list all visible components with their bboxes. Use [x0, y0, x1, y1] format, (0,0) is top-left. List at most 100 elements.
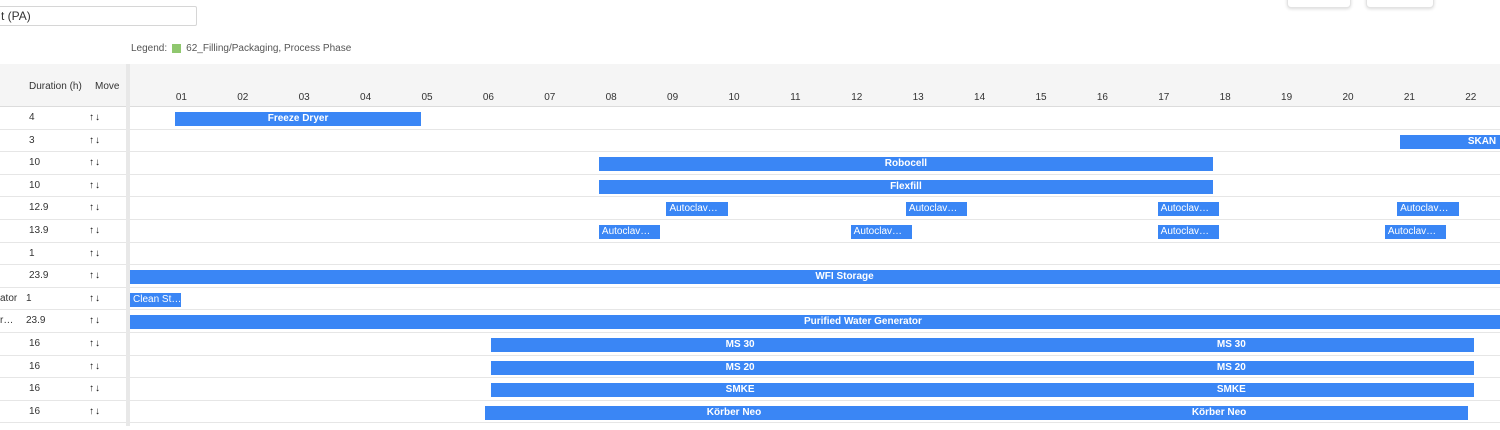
hour-tick-21: 21	[1403, 92, 1415, 103]
task-bar[interactable]: SMKE SMKE	[491, 383, 1474, 398]
hour-tick-04: 04	[360, 92, 372, 103]
row-duration: 13.9	[29, 225, 49, 236]
hour-tick-12: 12	[851, 92, 863, 103]
hour-tick-20: 20	[1342, 92, 1354, 103]
move-arrows: ↑↓	[89, 134, 101, 146]
row-divider	[0, 422, 126, 424]
task-bar[interactable]: WFI Storage	[130, 270, 1500, 285]
hour-tick-18: 18	[1219, 92, 1231, 103]
move-arrows: ↑↓	[89, 179, 101, 191]
task-bar-label: Autoclav…	[908, 203, 958, 215]
move-column-header[interactable]: Move	[95, 81, 119, 92]
grid-header: Duration (h) Move	[0, 64, 126, 107]
row-duration: 3	[29, 134, 35, 146]
task-bar-label: Autoclav…	[1400, 203, 1449, 215]
move-down-icon[interactable]: ↓	[95, 406, 101, 417]
task-bar-label: SKAN	[1467, 135, 1497, 147]
move-down-icon[interactable]: ↓	[95, 315, 101, 326]
gantt-row: r… 23.9 ↑↓ Purified Water Generator	[0, 310, 1500, 333]
row-duration: 23.9	[29, 270, 49, 282]
task-bar[interactable]: Autoclav…	[598, 225, 661, 239]
gantt-row: 1 ↑↓	[0, 243, 1500, 266]
move-down-icon[interactable]: ↓	[95, 361, 101, 372]
task-bar[interactable]: Autoclav…	[1384, 225, 1447, 239]
move-arrows: ↑↓	[89, 247, 101, 259]
task-bar[interactable]: Autoclav…	[1157, 202, 1220, 217]
toolbar-button-1[interactable]	[1287, 0, 1351, 8]
move-arrows: ↑↓	[89, 292, 101, 304]
task-bar[interactable]: Autoclav…	[905, 202, 968, 217]
task-bar-label: Freeze Dryer	[267, 113, 329, 124]
legend-swatch	[172, 44, 182, 53]
move-down-icon[interactable]: ↓	[95, 225, 101, 236]
gantt-row: 16 ↑↓ MS 20 MS 20	[0, 356, 1500, 379]
hour-tick-06: 06	[482, 92, 494, 103]
move-arrows: ↑↓	[89, 337, 101, 349]
task-bar-label: Flexfill	[890, 180, 922, 192]
hour-tick-08: 08	[605, 92, 617, 103]
gantt-row: 23.9 ↑↓ WFI Storage	[0, 265, 1500, 288]
task-bar[interactable]: SKAN	[1400, 134, 1500, 149]
task-bar-label: Autoclav…	[669, 203, 718, 215]
move-arrows: ↑↓	[89, 382, 101, 394]
move-down-icon[interactable]: ↓	[95, 270, 101, 281]
task-bar-label: Autoclav…	[1160, 226, 1210, 237]
task-bar[interactable]: Purified Water Generator	[130, 315, 1500, 330]
duration-column-header[interactable]: Duration (h)	[29, 81, 82, 92]
task-bar[interactable]: Freeze Dryer	[175, 112, 421, 126]
hour-tick-03: 03	[298, 92, 310, 103]
move-down-icon[interactable]: ↓	[95, 293, 101, 304]
task-bar-label: MS 30	[1216, 339, 1246, 350]
task-bar[interactable]: MS 20 MS 20	[491, 360, 1474, 375]
toolbar-button-2[interactable]	[1366, 0, 1434, 8]
task-bar[interactable]: Körber Neo Körber Neo	[485, 405, 1468, 420]
move-arrows: ↑↓	[89, 405, 101, 417]
move-down-icon[interactable]: ↓	[95, 338, 101, 349]
task-bar-label: SMKE	[1216, 384, 1246, 396]
gantt-row: 16 ↑↓ Körber Neo Körber Neo	[0, 401, 1500, 424]
move-down-icon[interactable]: ↓	[95, 135, 101, 146]
row-duration: 16	[29, 360, 41, 372]
filter-input[interactable]: t (PA)	[0, 6, 197, 26]
move-down-icon[interactable]: ↓	[95, 157, 101, 168]
task-bar-label: Clean St…	[133, 293, 182, 305]
task-bar-label: Körber Neo	[1191, 406, 1247, 418]
row-duration: 1	[26, 292, 32, 304]
move-down-icon[interactable]: ↓	[95, 383, 101, 394]
move-arrows: ↑↓	[89, 360, 101, 372]
row-duration: 23.9	[26, 315, 46, 327]
gantt-row: 16 ↑↓ SMKE SMKE	[0, 378, 1500, 401]
row-duration: 16	[29, 383, 41, 395]
task-bar[interactable]: Robocell	[598, 157, 1213, 172]
move-arrows: ↑↓	[89, 156, 101, 168]
hour-tick-22: 22	[1465, 92, 1477, 103]
row-name: r…	[0, 315, 14, 327]
task-bar-label: Autoclav…	[601, 226, 651, 237]
hour-tick-05: 05	[421, 92, 433, 103]
task-bar[interactable]: Clean St…	[130, 292, 182, 307]
hour-tick-17: 17	[1158, 92, 1170, 103]
move-down-icon[interactable]: ↓	[95, 202, 101, 213]
task-bar[interactable]: MS 30 MS 30	[491, 338, 1474, 352]
task-bar[interactable]: Autoclav…	[850, 225, 913, 239]
row-duration: 10	[29, 179, 41, 191]
task-bar[interactable]: Flexfill	[598, 179, 1213, 194]
move-down-icon[interactable]: ↓	[95, 248, 101, 259]
hour-tick-01: 01	[175, 92, 187, 103]
task-bar-label: MS 30	[725, 339, 755, 350]
hour-tick-19: 19	[1281, 92, 1293, 103]
row-name: ator	[0, 292, 18, 304]
timeline-header: 01 02 03 04 05 06 07 08 09 10 11 12 13 14 15 16 17 18 19 20…	[130, 64, 1500, 107]
move-down-icon[interactable]: ↓	[95, 180, 101, 191]
task-bar[interactable]: Autoclav…	[1397, 202, 1459, 217]
move-down-icon[interactable]: ↓	[95, 112, 101, 123]
hour-tick-07: 07	[544, 92, 556, 103]
task-bar-label: Purified Water Generator	[803, 316, 922, 328]
gantt-row: 13.9 ↑↓ Autoclav… Autoclav… Autoclav… Autocla…	[0, 220, 1500, 243]
task-bar[interactable]: Autoclav…	[666, 202, 728, 217]
task-bar[interactable]: Autoclav…	[1157, 225, 1220, 239]
gantt-row: 3 ↑↓ SKAN	[0, 130, 1500, 153]
task-bar-label: Robocell	[884, 158, 928, 170]
move-arrows: ↑↓	[89, 111, 101, 123]
gantt-row: 12.9 ↑↓ Autoclav… Autoclav… Autoclav… Autocla…	[0, 197, 1500, 220]
